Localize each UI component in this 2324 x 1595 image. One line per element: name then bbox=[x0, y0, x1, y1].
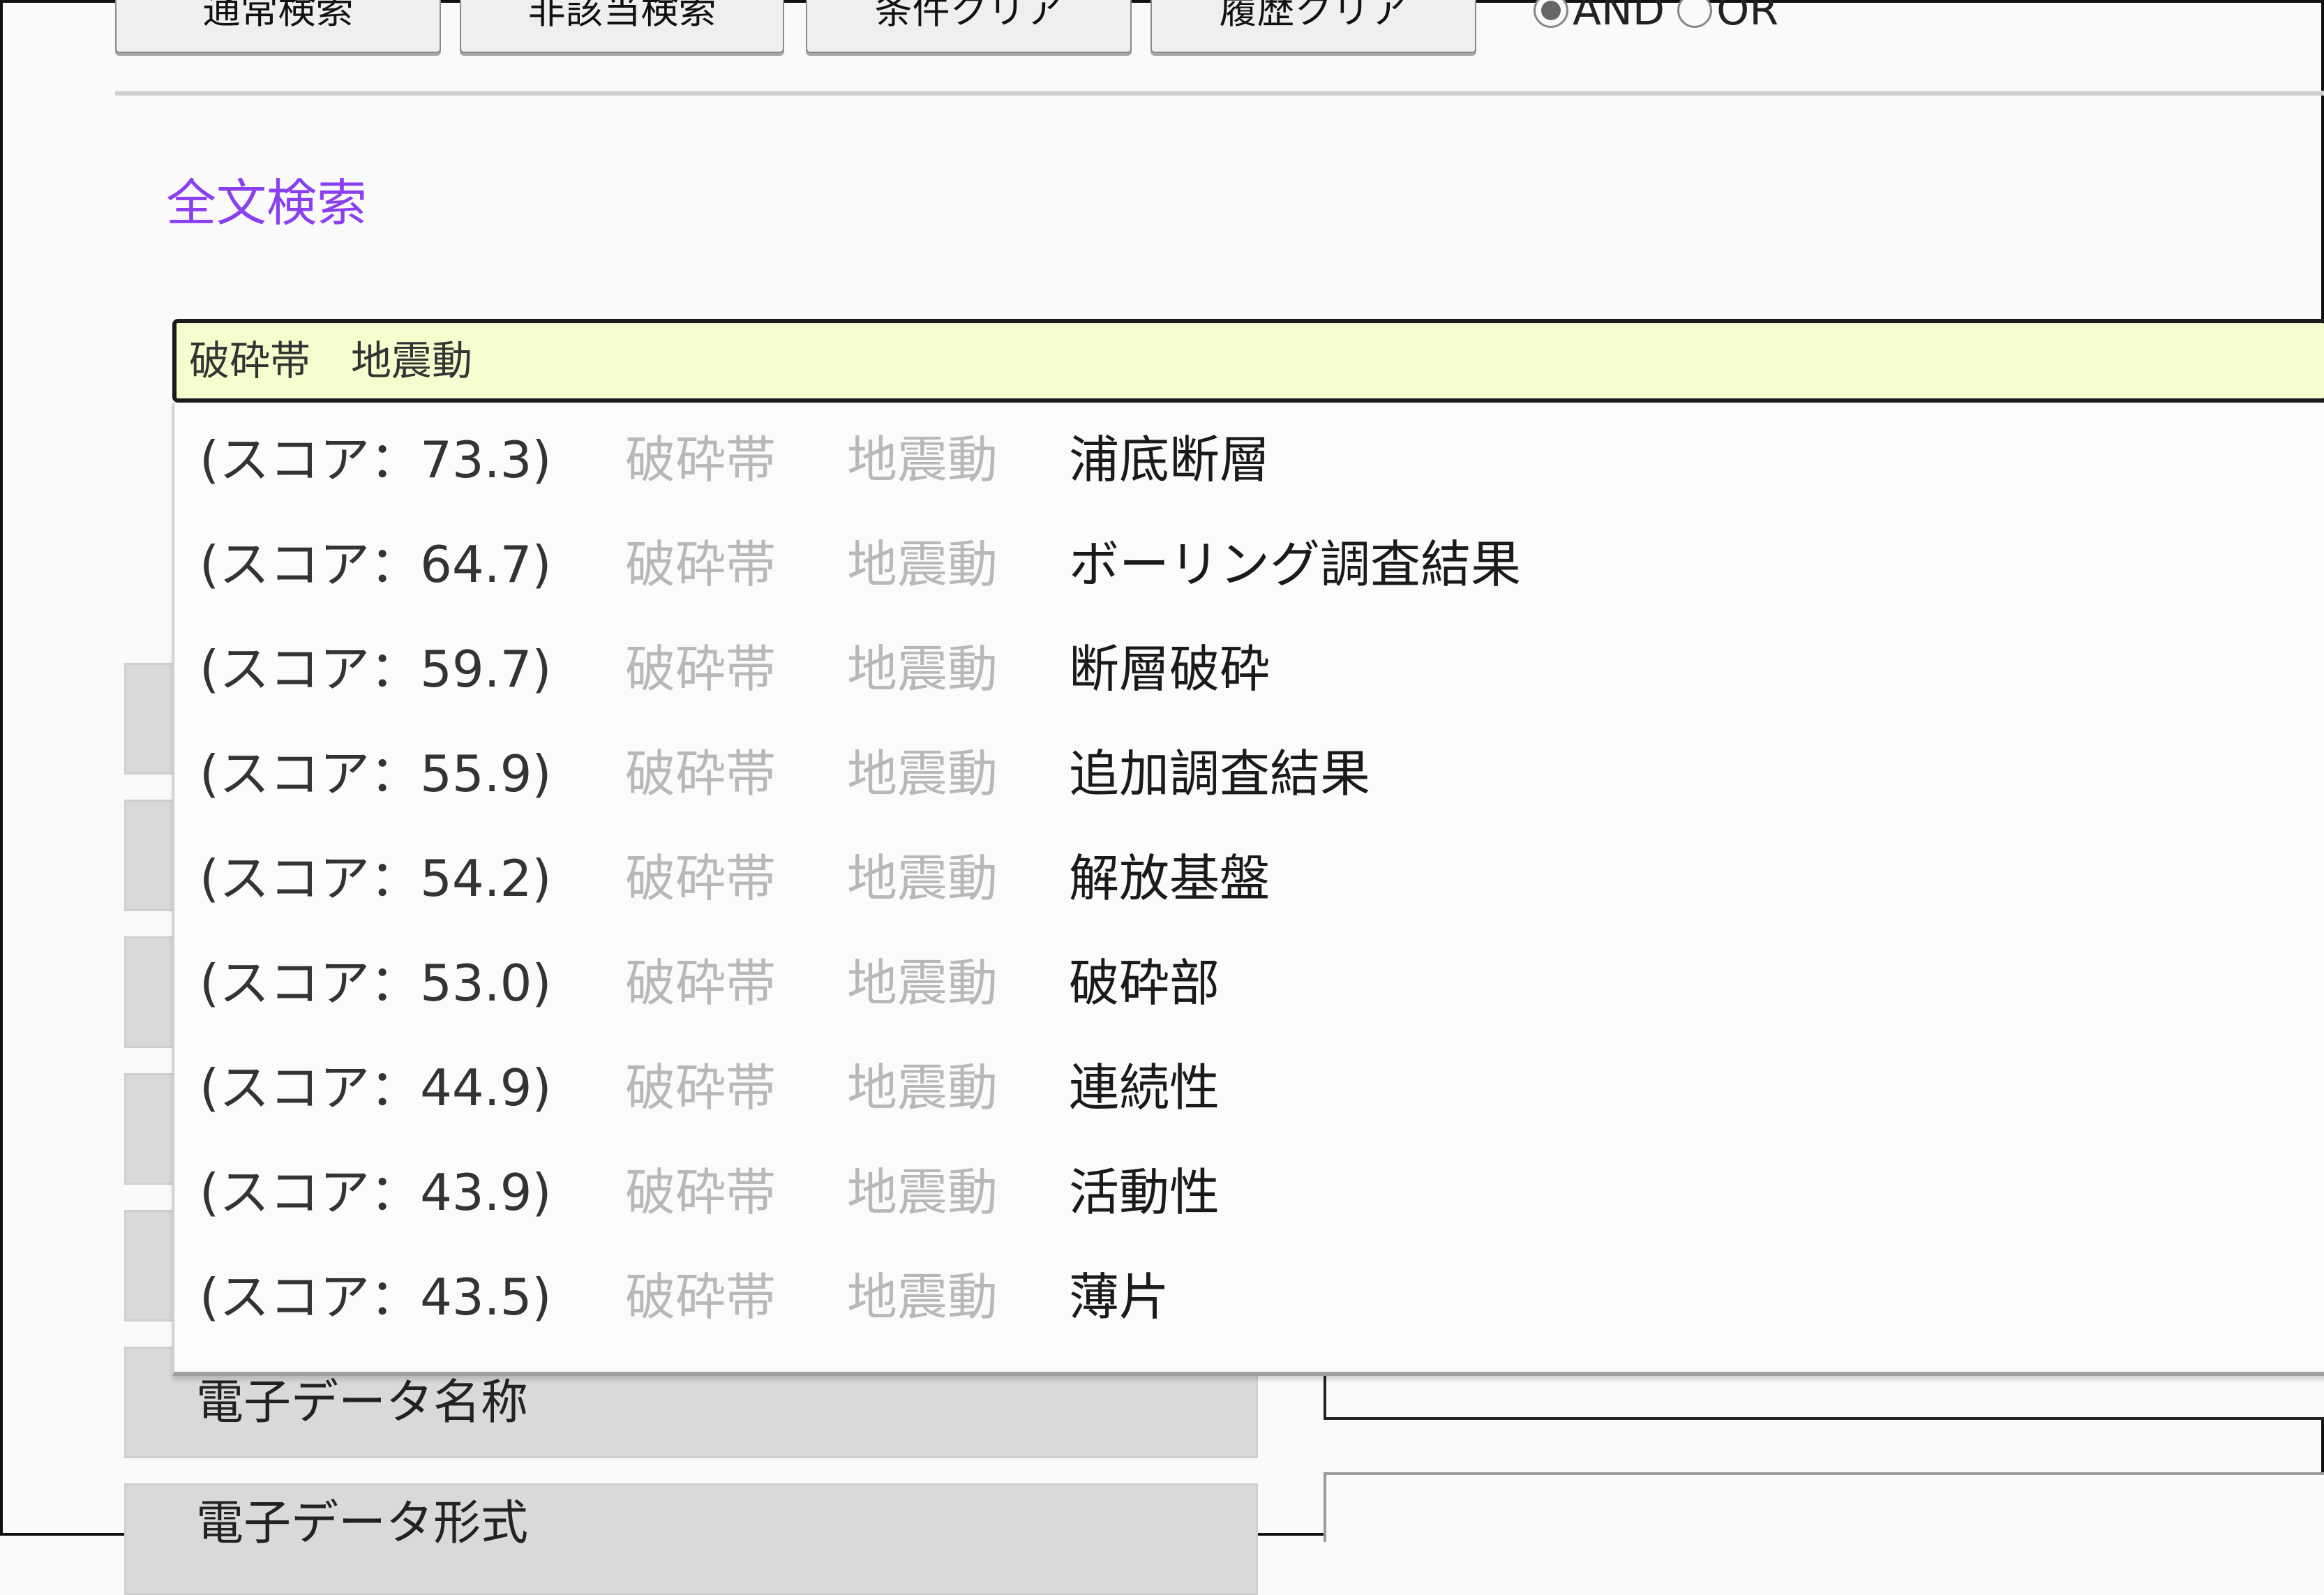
and-radio[interactable] bbox=[1534, 0, 1568, 28]
suggestion-query-term: 破砕帯 bbox=[625, 953, 777, 1012]
suggestion-score: (スコア：59.7) bbox=[200, 639, 552, 698]
clear-history-button[interactable]: 履歴クリア bbox=[1150, 0, 1476, 53]
suggestion-keyword: 追加調査結果 bbox=[1069, 744, 1371, 803]
suggestion-query-term: 破砕帯 bbox=[625, 848, 777, 908]
suggestion-keyword: 活動性 bbox=[1069, 1162, 1220, 1222]
normal-search-button[interactable]: 通常検索 bbox=[115, 0, 441, 53]
suggestion-keyword: 破砕部 bbox=[1069, 953, 1220, 1012]
clear-conditions-button[interactable]: 条件クリア bbox=[806, 0, 1132, 53]
suggestion-query-term: 破砕帯 bbox=[625, 1162, 777, 1222]
suggestion-score: (スコア：55.9) bbox=[200, 744, 552, 803]
and-radio-label[interactable]: AND bbox=[1573, 0, 1665, 35]
suggestion-item[interactable]: (スコア：43.5) 破砕帯 地震動 薄片 bbox=[174, 1240, 2324, 1345]
suggestion-item[interactable]: (スコア：43.9) 破砕帯 地震動 活動性 bbox=[174, 1135, 2324, 1240]
suggestion-query-term: 地震動 bbox=[847, 953, 998, 1012]
suggestion-keyword: 連続性 bbox=[1069, 1058, 1220, 1117]
suggestion-item[interactable]: (スコア：53.0) 破砕帯 地震動 破砕部 bbox=[174, 926, 2324, 1031]
logic-radio-group: AND OR bbox=[1534, 0, 1791, 35]
suggestion-item[interactable]: (スコア：73.3) 破砕帯 地震動 浦底断層 bbox=[174, 403, 2324, 507]
suggestion-score: (スコア：53.0) bbox=[200, 953, 552, 1012]
suggestion-item[interactable]: (スコア：59.7) 破砕帯 地震動 断層破砕 bbox=[174, 612, 2324, 717]
suggestion-query-term: 地震動 bbox=[847, 1058, 998, 1117]
suggestion-keyword: 薄片 bbox=[1069, 1267, 1170, 1326]
suggestion-query-term: 破砕帯 bbox=[625, 1267, 777, 1326]
non-match-search-button[interactable]: 非該当検索 bbox=[460, 0, 784, 53]
suggestion-score: (スコア：43.9) bbox=[200, 1162, 552, 1222]
suggestion-item[interactable]: (スコア：64.7) 破砕帯 地震動 ボーリング調査結果 bbox=[174, 507, 2324, 612]
suggestion-query-term: 地震動 bbox=[847, 639, 998, 698]
suggestion-query-term: 地震動 bbox=[847, 430, 998, 489]
suggestion-query-term: 破砕帯 bbox=[625, 744, 777, 803]
fulltext-search-input[interactable]: 破砕帯 地震動 bbox=[172, 319, 2324, 403]
suggestion-query-term: 地震動 bbox=[847, 534, 998, 594]
electronic-data-format-input[interactable] bbox=[1324, 1472, 2324, 1542]
suggestion-query-term: 地震動 bbox=[847, 1267, 998, 1326]
field-label-electronic-data-format: 電子データ形式 bbox=[124, 1483, 1258, 1595]
suggestion-query-term: 破砕帯 bbox=[625, 430, 777, 489]
suggestion-item[interactable]: (スコア：44.9) 破砕帯 地震動 連続性 bbox=[174, 1031, 2324, 1135]
suggestion-score: (スコア：43.5) bbox=[200, 1267, 552, 1326]
suggestion-query-term: 破砕帯 bbox=[625, 534, 777, 594]
suggestion-score: (スコア：73.3) bbox=[200, 430, 552, 489]
suggestion-item[interactable]: (スコア：55.9) 破砕帯 地震動 追加調査結果 bbox=[174, 717, 2324, 821]
suggestion-query-term: 破砕帯 bbox=[625, 639, 777, 698]
window-frame-left bbox=[0, 0, 3, 1536]
or-radio-label[interactable]: OR bbox=[1716, 0, 1778, 35]
suggestion-keyword: 浦底断層 bbox=[1069, 430, 1270, 489]
or-radio[interactable] bbox=[1677, 0, 1713, 28]
suggestion-score: (スコア：64.7) bbox=[200, 534, 552, 594]
suggestion-score: (スコア：44.9) bbox=[200, 1058, 552, 1117]
suggestion-query-term: 地震動 bbox=[847, 848, 998, 908]
suggestion-query-term: 破砕帯 bbox=[625, 1058, 777, 1117]
suggestion-keyword: ボーリング調査結果 bbox=[1069, 534, 1522, 594]
section-divider bbox=[115, 91, 2324, 96]
suggestion-query-term: 地震動 bbox=[847, 744, 998, 803]
suggestion-query-term: 地震動 bbox=[847, 1162, 998, 1222]
autocomplete-dropdown: (スコア：73.3) 破砕帯 地震動 浦底断層 (スコア：64.7) 破砕帯 地… bbox=[172, 403, 2324, 1376]
suggestion-keyword: 解放基盤 bbox=[1069, 848, 1270, 908]
suggestion-keyword: 断層破砕 bbox=[1069, 639, 1270, 698]
suggestion-item[interactable]: (スコア：54.2) 破砕帯 地震動 解放基盤 bbox=[174, 821, 2324, 926]
fulltext-search-title: 全文検索 bbox=[166, 174, 368, 232]
suggestion-score: (スコア：54.2) bbox=[200, 848, 552, 908]
